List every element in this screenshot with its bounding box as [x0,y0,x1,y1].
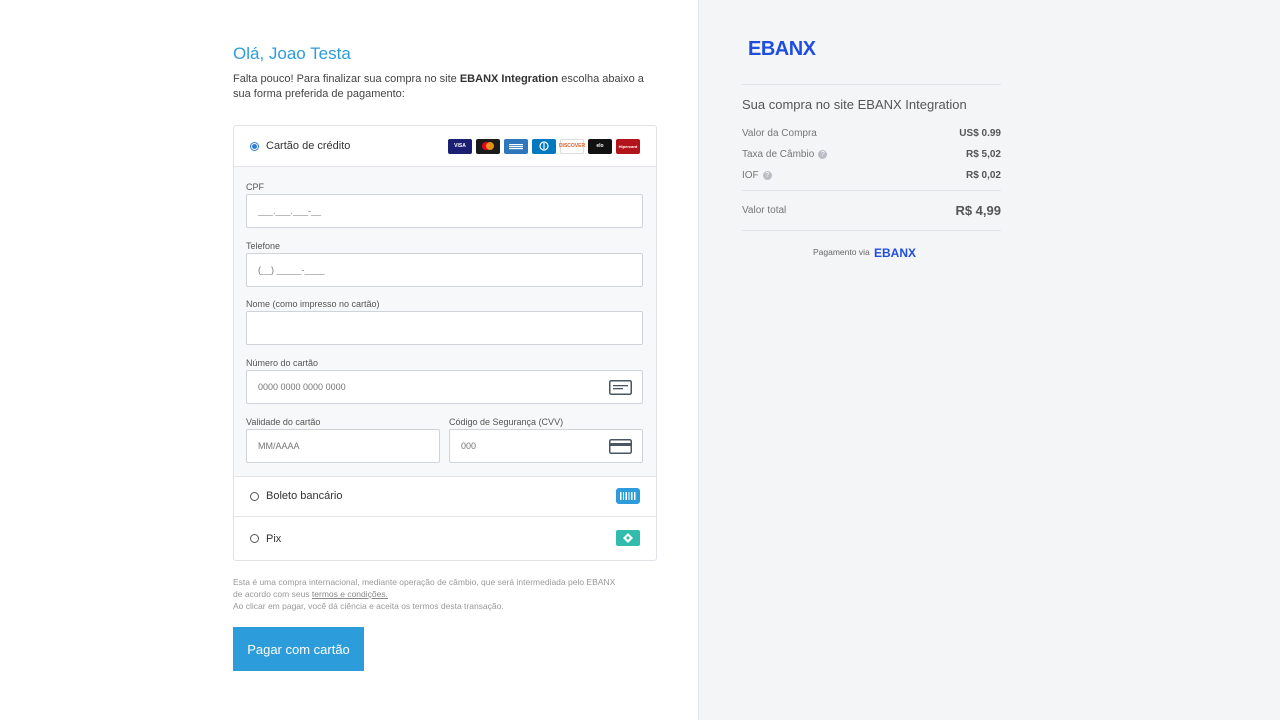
elo-icon: elo [588,138,612,154]
ebanx-logo: EBANX [748,38,844,63]
option-boleto[interactable]: Boleto bancário [234,476,656,516]
card-number-label: Número do cartão [246,358,319,368]
card-outline-icon [609,380,632,397]
summary-row-purchase: Valor da Compra US$ 0.99 [742,128,1001,139]
phone-label: Telefone [246,241,281,251]
payment-methods-card: Cartão de crédito VISA DISCOVER elo Hipe… [233,125,657,561]
diners-icon [532,138,556,154]
legal-line-3: Ao clicar em pagar, você dá ciência e ac… [233,601,504,611]
option-pix[interactable]: Pix [234,517,656,560]
pix-radio[interactable] [250,534,259,543]
total-value: R$ 4,99 [955,203,1001,218]
boleto-label: Boleto bancário [266,490,343,502]
cpf-label: CPF [246,182,264,192]
summary-separator-mid [742,190,1001,191]
ebanx-small-logo: EBANX [874,246,916,258]
cvv-field[interactable] [449,429,643,463]
summary-total: Valor total R$ 4,99 [742,203,1001,218]
hipercard-icon: Hipercard [616,138,640,154]
barcode-icon [616,488,640,509]
summary-separator-top [742,84,1001,85]
help-icon[interactable]: ? [818,149,828,159]
expiry-input[interactable] [246,429,440,463]
checkout-panel: Olá, Joao Testa Falta pouco! Para finali… [0,0,698,720]
exchange-rate-label: Taxa de Câmbio [742,149,815,160]
pix-icon [616,530,640,551]
ebanx-logo-text: EBANX [748,38,817,58]
purchase-value: US$ 0.99 [959,128,1001,139]
cardholder-name-input[interactable] [246,311,643,345]
option-credit-card[interactable]: Cartão de crédito VISA DISCOVER elo Hipe… [234,126,656,166]
phone-input[interactable] [246,253,643,287]
exchange-rate-value: R$ 5,02 [965,149,1001,160]
boleto-radio[interactable] [250,491,259,501]
expiry-label: Validade do cartão [246,417,321,427]
credit-card-form: CPF Telefone Nome (como impresso no cart… [234,166,656,477]
credit-card-radio[interactable] [250,141,259,151]
summary-row-exchange: Taxa de Câmbio? R$ 5,02 [742,149,1001,160]
visa-icon: VISA [448,138,472,154]
discover-icon: DISCOVER [559,138,585,154]
payment-via: Pagamento via EBANX [813,246,928,258]
payment-via-label: Pagamento via [813,247,870,257]
cvv-input[interactable] [450,431,612,461]
card-number-field[interactable] [246,370,643,404]
legal-line-1: Esta é uma compra internacional, mediant… [233,577,616,587]
legal-notice: Esta é uma compra internacional, mediant… [233,576,663,612]
cardholder-name-label: Nome (como impresso no cartão) [246,299,380,309]
summary-row-iof: IOF? R$ 0,02 [742,170,1001,181]
purchase-value-label: Valor da Compra [742,128,817,139]
intro-merchant: EBANX Integration [459,73,559,85]
summary-separator-bottom [742,230,1001,231]
legal-line-2: de acordo com seus [233,589,312,599]
summary-title: Sua compra no site EBANX Integration [742,97,967,112]
card-back-icon [609,439,632,456]
pay-with-card-button[interactable]: Pagar com cartão [233,627,364,671]
cvv-label: Código de Segurança (CVV) [449,417,564,427]
iof-value: R$ 0,02 [965,170,1001,181]
greeting-title: Olá, Joao Testa [233,44,351,63]
amex-icon [504,138,528,154]
cpf-input[interactable] [246,194,643,228]
help-icon[interactable]: ? [762,170,772,180]
pix-label: Pix [266,532,282,545]
total-label: Valor total [742,205,787,216]
iof-label: IOF [742,170,759,181]
intro-before: Falta pouco! Para finalizar sua compra n… [233,73,460,85]
card-brands: VISA DISCOVER elo Hipercard [448,138,640,154]
terms-link[interactable]: termos e condições. [312,589,388,599]
card-number-input[interactable] [247,372,609,402]
intro-text: Falta pouco! Para finalizar sua compra n… [233,72,658,102]
mastercard-icon [476,138,500,154]
credit-card-label: Cartão de crédito [266,140,351,152]
